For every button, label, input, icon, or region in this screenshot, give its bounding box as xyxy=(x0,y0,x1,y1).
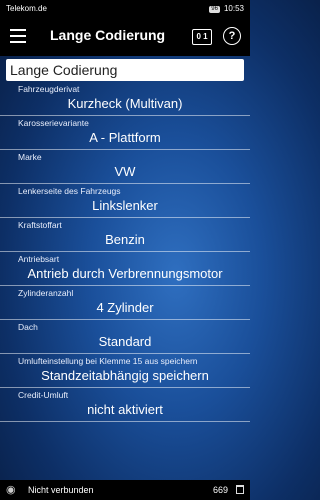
field-label: Lenkerseite des Fahrzeugs xyxy=(18,186,121,196)
field-label: Marke xyxy=(18,152,42,162)
clock: 10:53 xyxy=(223,4,244,13)
field-label: Credit-Umluft xyxy=(18,390,69,400)
field-label: Fahrzeugderivat xyxy=(18,84,80,94)
field-value: Standzeitabhängig speichern xyxy=(41,368,209,383)
field-value: 4 Zylinder xyxy=(96,300,154,315)
field-value: Antrieb durch Verbrennungsmotor xyxy=(27,266,223,281)
trash-icon[interactable] xyxy=(236,485,244,494)
list-item[interactable]: Fahrzeugderivat Kurzheck (Multivan) xyxy=(0,82,250,116)
list-item[interactable]: Zylinderanzahl 4 Zylinder xyxy=(0,286,250,320)
field-value: Standard xyxy=(98,334,152,349)
list-item[interactable]: Kraftstoffart Benzin xyxy=(0,218,250,252)
field-label: Umlufteinstellung bei Klemme 15 aus spei… xyxy=(18,356,198,366)
connection-status: Nicht verbunden xyxy=(28,485,94,495)
list-item[interactable]: Umlufteinstellung bei Klemme 15 aus spei… xyxy=(0,354,250,388)
list-item[interactable]: Karosserievariante A - Plattform xyxy=(0,116,250,150)
section-heading: Lange Codierung xyxy=(6,59,244,81)
field-label: Antriebsart xyxy=(18,254,60,264)
carrier-name: Telekom.de xyxy=(6,4,47,13)
battery-icon: 96 xyxy=(209,5,220,13)
list-item[interactable]: Dach Standard xyxy=(0,320,250,354)
list-item[interactable]: Lenkerseite des Fahrzeugs Linkslenker xyxy=(0,184,250,218)
bottom-bar: ◉ Nicht verbunden 669 xyxy=(0,480,250,500)
field-value: Benzin xyxy=(105,232,145,247)
field-value: VW xyxy=(114,164,136,179)
field-label: Karosserievariante xyxy=(18,118,89,128)
record-count: 669 xyxy=(212,485,228,495)
help-icon[interactable]: ? xyxy=(223,27,241,45)
list-item[interactable]: Credit-Umluft nicht aktiviert xyxy=(0,388,250,422)
page-title: Lange Codierung xyxy=(50,27,166,43)
field-label: Kraftstoffart xyxy=(18,220,62,230)
app-bar: Lange Codierung 0 1 ? xyxy=(0,18,250,56)
status-right: 96 10:53 xyxy=(209,0,244,18)
field-label: Dach xyxy=(18,322,38,332)
coding-list: Fahrzeugderivat Kurzheck (Multivan) Karo… xyxy=(0,82,250,422)
car-icon: ◉ xyxy=(6,484,16,496)
menu-icon[interactable] xyxy=(10,29,26,43)
field-value: A - Plattform xyxy=(89,130,161,145)
status-bar: Telekom.de 96 10:53 xyxy=(0,0,250,18)
field-label: Zylinderanzahl xyxy=(18,288,74,298)
field-value: Linkslenker xyxy=(92,198,158,213)
list-item[interactable]: Antriebsart Antrieb durch Verbrennungsmo… xyxy=(0,252,250,286)
field-value: Kurzheck (Multivan) xyxy=(67,96,183,111)
list-item[interactable]: Marke VW xyxy=(0,150,250,184)
field-value: nicht aktiviert xyxy=(87,402,163,417)
raw-toggle-icon[interactable]: 0 1 xyxy=(192,29,212,45)
